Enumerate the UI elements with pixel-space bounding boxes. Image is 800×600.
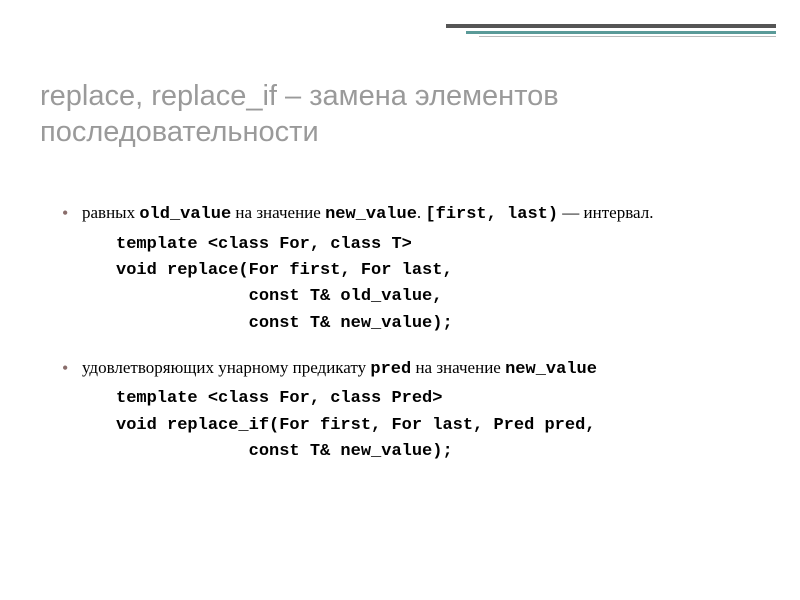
code-line: const T& old_value, bbox=[116, 284, 760, 310]
code-inline: new_value bbox=[325, 205, 417, 224]
text: равных bbox=[82, 203, 139, 222]
text: — интервал. bbox=[558, 203, 653, 222]
line-thin bbox=[479, 36, 776, 37]
code-block: template <class For, class Pred> void re… bbox=[60, 386, 760, 465]
bullet-item: удовлетворяющих унарному предикату pred … bbox=[60, 355, 760, 383]
slide-title: replace, replace_if – замена элементов п… bbox=[40, 78, 760, 151]
code-line: template <class For, class Pred> bbox=[116, 386, 760, 412]
code-inline: new_value bbox=[505, 360, 597, 379]
code-line: void replace_if(For first, For last, Pre… bbox=[116, 413, 760, 439]
text: удовлетворяющих унарному предикату bbox=[82, 358, 370, 377]
line-teal bbox=[466, 31, 776, 34]
code-inline: old_value bbox=[139, 205, 231, 224]
text: на значение bbox=[231, 203, 325, 222]
code-line: void replace(For first, For last, bbox=[116, 258, 760, 284]
code-line: const T& new_value); bbox=[116, 439, 760, 465]
line-dark bbox=[446, 24, 776, 28]
bullet-item: равных old_value на значение new_value. … bbox=[60, 200, 760, 228]
code-inline: pred bbox=[370, 360, 411, 379]
code-inline: [first, last) bbox=[425, 205, 558, 224]
code-line: template <class For, class T> bbox=[116, 232, 760, 258]
decorative-lines bbox=[446, 24, 776, 37]
code-line: const T& new_value); bbox=[116, 311, 760, 337]
code-block: template <class For, class T> void repla… bbox=[60, 232, 760, 337]
slide-content: равных old_value на значение new_value. … bbox=[60, 200, 760, 483]
text: на значение bbox=[411, 358, 505, 377]
